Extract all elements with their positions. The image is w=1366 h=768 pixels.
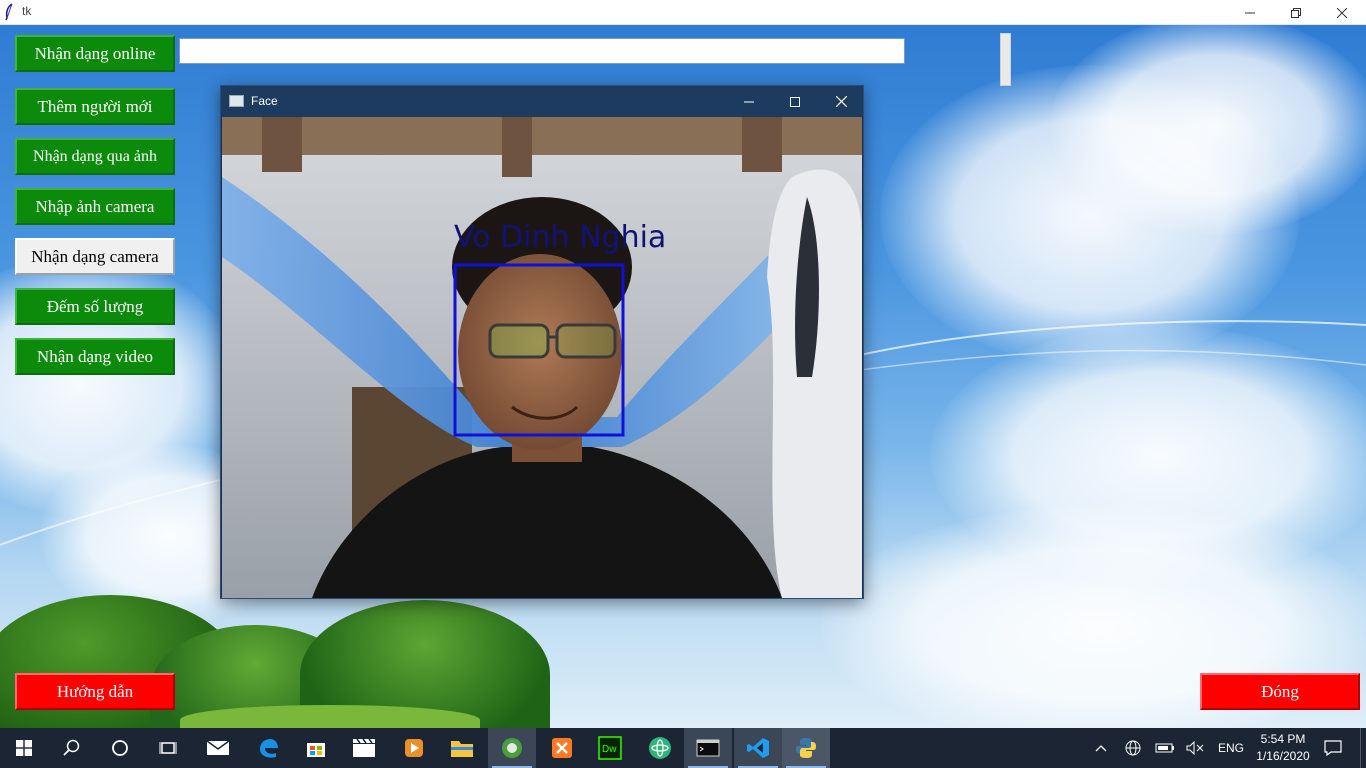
restore-button[interactable] (1273, 0, 1319, 25)
battery-icon (1155, 743, 1174, 753)
network-icon (1125, 740, 1141, 756)
vscode-icon (747, 738, 769, 758)
close-icon (835, 96, 847, 107)
notification-icon (1324, 740, 1342, 756)
atom-icon (649, 737, 671, 759)
network-button[interactable] (1122, 728, 1144, 768)
file-explorer-app[interactable] (438, 728, 486, 768)
media-player-icon (405, 739, 423, 757)
minimize-icon (744, 101, 754, 102)
taskbar-clock[interactable]: 5:54 PM 1/16/2020 (1252, 731, 1314, 765)
feather-icon (5, 3, 13, 21)
store-icon (307, 743, 325, 757)
restore-icon (1291, 7, 1301, 18)
volume-button[interactable] (1184, 728, 1206, 768)
start-button[interactable] (0, 728, 48, 768)
taskbar: Dw ENG 5:54 PM 1/16/2020 (0, 728, 1366, 768)
add-person-button[interactable]: Thêm người mới (15, 88, 175, 125)
close-app-button[interactable]: Đóng (1200, 673, 1360, 710)
input-language-button[interactable]: ENG (1212, 728, 1250, 768)
show-desktop-button[interactable] (1360, 728, 1366, 768)
mail-app[interactable] (194, 728, 242, 768)
window-app-icon (229, 95, 244, 107)
terminal-icon (696, 739, 720, 757)
store-app[interactable] (292, 728, 340, 768)
recognize-camera-button[interactable]: Nhận dạng camera (15, 238, 175, 275)
action-center-button[interactable] (1318, 728, 1348, 768)
app-icon (502, 738, 522, 758)
edge-app[interactable] (244, 728, 292, 768)
face-window-title-bar[interactable]: Face (221, 86, 863, 117)
volume-muted-icon (1186, 741, 1204, 755)
recognize-photo-button[interactable]: Nhận dạng qua ảnh (15, 138, 175, 175)
search-icon (63, 739, 80, 756)
minimize-icon (1245, 12, 1255, 13)
terminal-app[interactable] (684, 728, 732, 768)
chevron-up-icon (1095, 745, 1107, 752)
video-editor-icon (353, 738, 375, 757)
svg-text:Dw: Dw (602, 744, 617, 755)
face-minimize-button[interactable] (726, 86, 772, 117)
import-camera-button[interactable]: Nhập ảnh camera (15, 188, 175, 225)
camera-feed: Vo Dinh Nghia (222, 117, 862, 598)
camera-frame: Vo Dinh Nghia (222, 117, 862, 598)
file-explorer-icon (451, 741, 473, 757)
count-button[interactable]: Đếm số lượng (15, 288, 175, 325)
guide-button[interactable]: Hướng dẫn (15, 673, 175, 710)
python-icon (796, 738, 816, 758)
mail-icon (206, 740, 230, 755)
dreamweaver-app[interactable]: Dw (586, 728, 634, 768)
running-app[interactable] (488, 728, 536, 768)
atom-app[interactable] (636, 728, 684, 768)
online-recognition-button[interactable]: Nhận dạng online (15, 35, 175, 72)
xampp-icon (552, 738, 572, 758)
show-hidden-icons-button[interactable] (1090, 728, 1112, 768)
clock-date: 1/16/2020 (1256, 749, 1310, 763)
recognize-video-button[interactable]: Nhận dạng video (15, 338, 175, 375)
minimize-button[interactable] (1227, 0, 1273, 25)
close-icon (1337, 7, 1347, 18)
face-maximize-button[interactable] (772, 86, 818, 117)
clock-time: 5:54 PM (1260, 732, 1306, 746)
vscode-app[interactable] (734, 728, 782, 768)
dreamweaver-icon: Dw (598, 736, 622, 760)
xampp-app[interactable] (538, 728, 586, 768)
battery-button[interactable] (1153, 728, 1177, 768)
task-view-icon (159, 742, 177, 754)
windows-start-icon (16, 740, 32, 756)
video-editor-app[interactable] (340, 728, 388, 768)
face-close-button[interactable] (818, 86, 864, 117)
maximize-icon (790, 96, 800, 107)
face-window-title: Face (251, 94, 278, 108)
cortana-button[interactable] (96, 728, 144, 768)
online-url-input[interactable] (179, 38, 905, 64)
cortana-icon (112, 740, 128, 756)
app-title: tk (22, 4, 32, 18)
python-app[interactable] (782, 728, 830, 768)
task-view-button[interactable] (144, 728, 192, 768)
detected-name-label: Vo Dinh Nghia (454, 220, 666, 255)
scroll-handle[interactable] (1000, 33, 1011, 86)
face-window: Face Vo Dinh Nghia (220, 85, 864, 599)
app-title-bar: tk (0, 0, 1366, 25)
taskbar-search-button[interactable] (48, 728, 96, 768)
edge-icon (260, 739, 278, 758)
close-window-button[interactable] (1319, 0, 1365, 25)
media-player-app[interactable] (390, 728, 438, 768)
